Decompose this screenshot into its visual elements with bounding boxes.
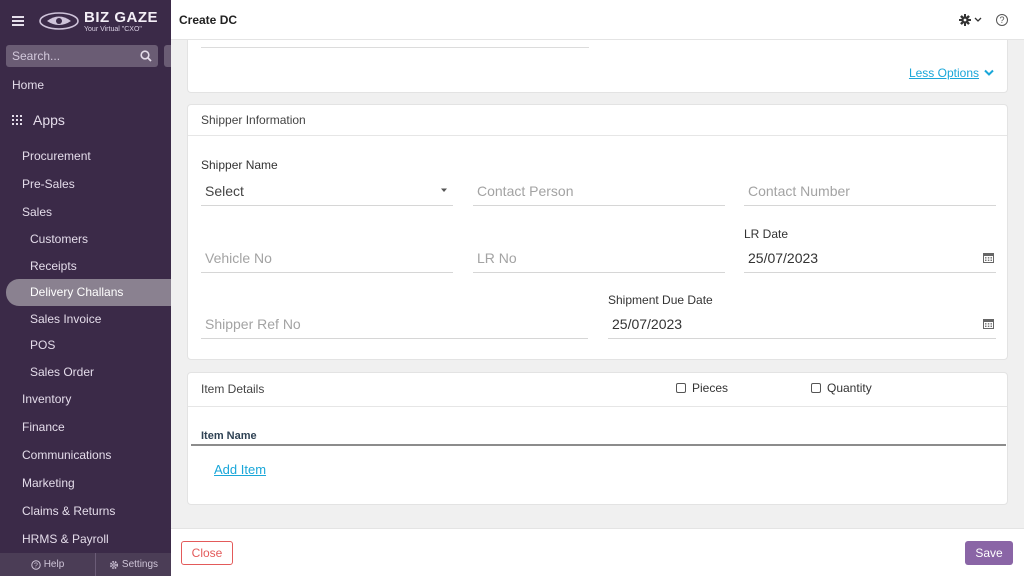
logo-name: BIZ GAZE — [84, 8, 158, 26]
lr-no-placeholder: LR No — [477, 249, 517, 266]
item-name-column-header: Item Name — [201, 430, 257, 442]
item-details-header: Item Details Pieces Quantity — [188, 373, 1007, 407]
sidebar-item-sales-invoice[interactable]: Sales Invoice — [0, 306, 171, 333]
sidebar-item-pos[interactable]: POS — [0, 332, 171, 359]
sidebar-item-customers[interactable]: Customers — [0, 226, 171, 253]
pieces-checkbox[interactable]: Pieces — [676, 381, 728, 395]
settings-label: Settings — [121, 559, 159, 570]
calendar-icon[interactable] — [983, 252, 994, 263]
less-options-label: Less Options — [908, 66, 979, 80]
field-underline — [201, 47, 589, 48]
sidebar: BIZ GAZE Your Virtual "CXO" Home Apps Pr… — [0, 0, 174, 576]
footer-bar: Close Save — [171, 528, 1024, 576]
sidebar-item-finance[interactable]: Finance — [0, 413, 171, 441]
sidebar-item-claims-returns[interactable]: Claims & Returns — [0, 497, 171, 525]
checkbox-icon — [676, 383, 686, 393]
logo: BIZ GAZE Your Virtual "CXO" — [38, 10, 158, 33]
sidebar-item-communications[interactable]: Communications — [0, 441, 171, 469]
gear-icon — [959, 13, 971, 26]
lr-no-field[interactable]: LR No — [473, 243, 725, 273]
sidebar-search — [6, 45, 174, 67]
help-icon: ? — [31, 559, 41, 570]
lr-date-field[interactable]: 25/07/2023 — [744, 243, 996, 273]
shipment-due-date-value: 25/07/2023 — [612, 315, 683, 332]
sidebar-item-delivery-challans[interactable]: Delivery Challans — [6, 279, 171, 306]
caret-down-icon — [441, 188, 447, 192]
item-details-title: Item Details — [201, 382, 265, 396]
hamburger-icon[interactable] — [12, 16, 24, 26]
help-button[interactable]: ? Help — [0, 553, 96, 576]
svg-text:?: ? — [34, 562, 38, 569]
chevron-down-icon — [984, 69, 994, 76]
settings-button[interactable]: Settings — [96, 553, 171, 576]
quantity-checkbox[interactable]: Quantity — [811, 381, 872, 395]
sidebar-nav: Home Apps Procurement Pre-Sales Sales Cu… — [0, 72, 171, 553]
sidebar-item-procurement[interactable]: Procurement — [0, 142, 171, 170]
apps-grid-icon — [12, 115, 22, 125]
shipper-section-title: Shipper Information — [188, 105, 1007, 136]
gear-menu-button[interactable] — [959, 13, 982, 26]
lr-date-label: LR Date — [744, 227, 789, 241]
shipper-name-select[interactable]: Select — [201, 176, 453, 206]
shipment-due-date-label: Shipment Due Date — [608, 293, 713, 307]
calendar-icon[interactable] — [983, 318, 994, 329]
help-circle-icon[interactable]: ? — [996, 13, 1008, 26]
sidebar-top: BIZ GAZE Your Virtual "CXO" — [0, 0, 171, 42]
sidebar-bottom-bar: ? Help Settings — [0, 553, 171, 576]
less-options-link[interactable]: Less Options — [909, 66, 994, 80]
search-icon[interactable] — [140, 50, 152, 62]
header-icons: ? — [959, 13, 1008, 26]
sidebar-item-sales[interactable]: Sales — [0, 198, 171, 226]
shipper-ref-no-placeholder: Shipper Ref No — [205, 315, 301, 332]
item-details-card: Item Details Pieces Quantity Item Name A… — [187, 372, 1008, 505]
contact-person-field[interactable]: Contact Person — [473, 176, 725, 206]
shipper-name-value: Select — [205, 182, 244, 199]
sidebar-item-sales-order[interactable]: Sales Order — [0, 359, 171, 386]
sidebar-item-pre-sales[interactable]: Pre-Sales — [0, 170, 171, 198]
shipment-due-date-field[interactable]: 25/07/2023 — [608, 309, 996, 339]
sidebar-item-receipts[interactable]: Receipts — [0, 253, 171, 280]
lr-date-value: 25/07/2023 — [748, 249, 819, 266]
sidebar-item-home[interactable]: Home — [0, 72, 171, 98]
sidebar-item-inventory[interactable]: Inventory — [0, 385, 171, 413]
search-box — [6, 45, 158, 67]
add-item-link[interactable]: Add Item — [214, 462, 266, 477]
shipper-name-label: Shipper Name — [201, 158, 278, 172]
contact-number-field[interactable]: Contact Number — [744, 176, 996, 206]
settings-gear-icon — [109, 560, 118, 569]
shipper-ref-no-field[interactable]: Shipper Ref No — [201, 309, 588, 339]
contact-person-placeholder: Contact Person — [477, 182, 574, 199]
logo-tagline: Your Virtual "CXO" — [84, 25, 142, 33]
main-panel: Less Options Create DC ? Shipper Informa… — [171, 0, 1024, 576]
page-header: Create DC ? — [171, 0, 1024, 40]
pieces-label: Pieces — [692, 381, 729, 395]
vehicle-no-field[interactable]: Vehicle No — [201, 243, 453, 273]
quantity-label: Quantity — [827, 381, 872, 395]
table-header-divider — [191, 444, 1006, 446]
logo-mark-icon — [39, 12, 79, 30]
contact-number-placeholder: Contact Number — [748, 182, 850, 199]
sidebar-item-marketing[interactable]: Marketing — [0, 469, 171, 497]
save-button[interactable]: Save — [965, 541, 1013, 565]
page-title: Create DC — [179, 12, 238, 27]
vehicle-no-placeholder: Vehicle No — [205, 249, 272, 266]
shipper-information-card: Shipper Information Shipper Name Select … — [187, 104, 1008, 360]
help-label: Help — [43, 559, 65, 570]
checkbox-icon — [811, 383, 821, 393]
chevron-down-icon — [974, 17, 982, 22]
sidebar-item-apps[interactable]: Apps — [0, 98, 171, 142]
close-button[interactable]: Close — [181, 541, 233, 565]
sidebar-item-apps-label: Apps — [33, 112, 65, 128]
search-input[interactable] — [12, 49, 132, 63]
sidebar-item-hrms-payroll[interactable]: HRMS & Payroll — [0, 525, 171, 553]
